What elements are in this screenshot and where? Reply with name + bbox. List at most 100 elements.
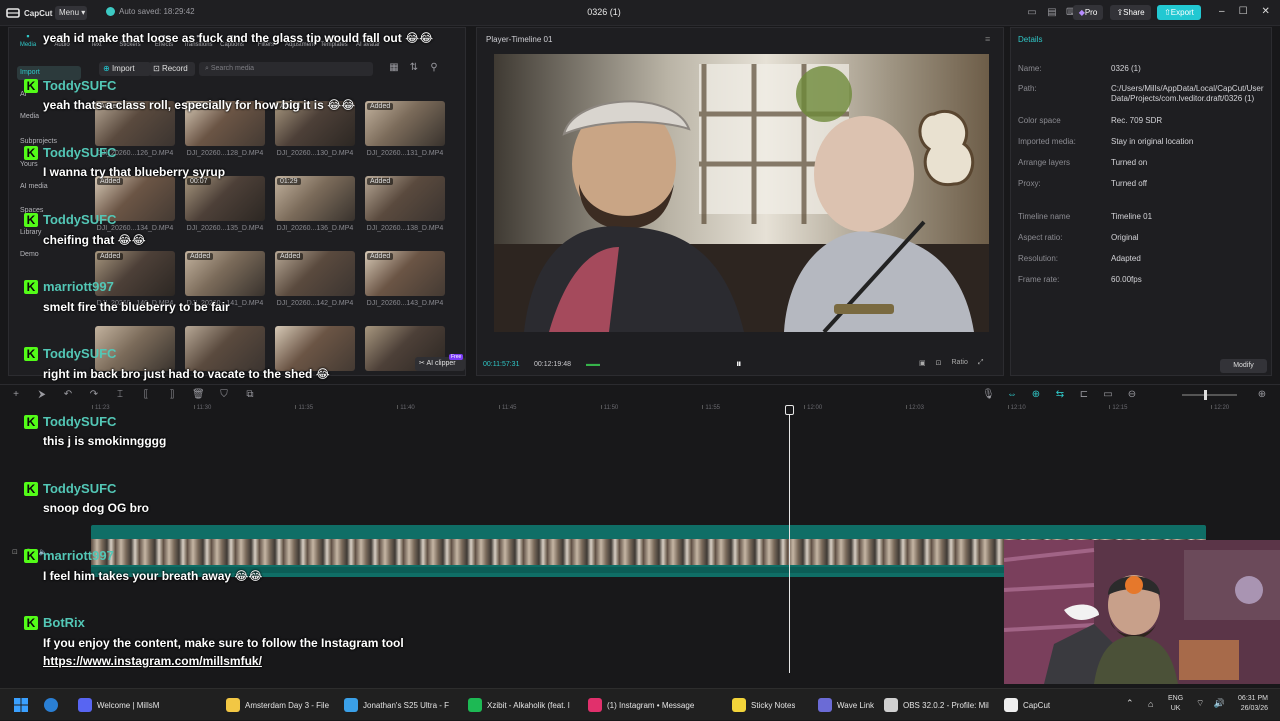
snapshot-icon[interactable]: ⊡ [936,359,942,367]
layout-icon[interactable]: ▭ [1026,7,1038,19]
player-menu-icon[interactable]: ≡ [985,34,990,44]
tab-text[interactable]: ▪ Text [79,30,113,54]
clock[interactable]: 06:31 PM 26/03/26 [1232,694,1268,714]
tab-label: Effects [154,42,174,48]
tray-network-icon[interactable]: ⌂ [1148,699,1153,709]
caption-icon[interactable]: ▭ [1102,389,1114,401]
preview-axis-icon[interactable]: ⊏ [1078,389,1090,401]
taskbar-app[interactable]: OBS 32.0.2 - Profile: Mil [884,689,996,721]
captions-icon: ▪ [230,31,234,41]
taskbar-app[interactable]: Sticky Notes [732,689,810,721]
tab-effects[interactable]: ▪ Effects [147,30,181,54]
crop-icon[interactable]: ⧉ [244,389,256,401]
grid-view-icon[interactable]: ▦ [388,62,400,74]
close-icon[interactable]: ✕ [1262,6,1270,17]
export-button[interactable]: ⇧Export [1157,5,1201,20]
tab-templates[interactable]: ▪ Templates [317,30,351,54]
track-visibility-icon[interactable]: 👁 [24,548,33,556]
select-cursor-icon[interactable]: ⮞ [36,389,48,401]
taskbar-app[interactable]: Jonathan's S25 Ultra - F [344,689,460,721]
sidebar-item-subprojects[interactable]: Subprojects [17,135,81,149]
track-audio-icon[interactable]: 🔈 [39,548,48,556]
pro-button[interactable]: ◆Pro [1073,5,1103,20]
browser-icon[interactable] [44,698,58,712]
sidebar-item-ai[interactable]: AI [17,88,81,102]
fullscreen-preview-icon[interactable]: ▣ [919,359,926,367]
delete-icon[interactable]: 🗑 [192,389,205,401]
volume-icon[interactable]: 🔊 [1213,698,1224,709]
sidebar-item-media[interactable]: Media [17,110,81,124]
snap-icon[interactable]: ⇆ [1054,389,1066,401]
split-icon[interactable]: ⌶ [114,389,126,401]
sidebar-item-yours[interactable]: Yours [17,158,81,172]
taskbar-app[interactable]: Wave Link [818,689,876,721]
filter-icon[interactable]: ⚲ [428,62,440,74]
track-lock-icon[interactable]: ⊡ [12,548,18,556]
tab-ai-avatar[interactable]: ▪ AI avatar [351,30,385,54]
media-thumbnail[interactable] [95,326,175,371]
tab-audio[interactable]: ▪ Audio [45,30,79,54]
media-added-badge: Added [277,103,304,110]
sidebar-item-import[interactable]: Import [17,66,81,80]
media-thumbnail[interactable] [185,326,265,371]
link-icon[interactable]: ⇔ [1006,389,1018,401]
sidebar-item-spaces[interactable]: Spaces [17,204,81,218]
zoom-slider-handle[interactable] [1204,390,1207,400]
taskbar-app[interactable]: CapCut [1004,689,1054,721]
magnet-icon[interactable]: ⊕ [1030,389,1042,401]
tab-media[interactable]: ▪ Media [11,30,45,54]
trim-right-icon[interactable]: ⟧ [166,389,178,401]
add-icon[interactable]: + [10,389,22,401]
tab-stickers[interactable]: ▪ Stickers [113,30,147,54]
detail-label: Arrange layers [1018,158,1071,167]
microphone-icon[interactable]: 🎙 [982,389,995,401]
sidebar-item-library[interactable]: Library [17,226,81,240]
playhead[interactable] [785,405,795,673]
import-button[interactable]: ⊕ Import [99,62,151,76]
ruler-label: 12:10 [1010,405,1026,411]
ratio-button[interactable]: Ratio [952,359,968,367]
language-indicator[interactable]: ENG UK [1168,694,1183,714]
marker-icon[interactable]: ⛉ [218,389,230,401]
details-list: Name: 0326 (1) Path: C:/Users/Mills/AppData… [1018,60,1268,330]
playhead-handle[interactable] [785,405,795,415]
pause-button[interactable]: ⏸ [736,358,742,371]
share-button[interactable]: ⇪Share [1110,5,1151,20]
sidebar-item-ai-media[interactable]: AI media [17,180,81,194]
maximize-icon[interactable]: ☐ [1239,6,1248,17]
video-preview[interactable] [494,54,989,332]
media-thumbnail[interactable] [275,326,355,371]
detail-label: Imported media: [1018,137,1076,146]
trim-left-icon[interactable]: ⟦ [140,389,152,401]
media-filename: DJI_20260...131_D.MP4 [366,150,444,157]
tab-captions[interactable]: ▪ Captions [215,30,249,54]
redo-icon[interactable]: ↷ [88,389,100,401]
undo-icon[interactable]: ↶ [62,389,74,401]
tab-filters[interactable]: ▪ Filters [249,30,283,54]
media-filename: DJI_20260...142_D.MP4 [276,300,354,307]
wifi-icon[interactable]: ⌔ [1196,698,1204,709]
taskbar-app[interactable]: (1) Instagram • Message [588,689,720,721]
record-button[interactable]: ⊡ Record [149,62,195,76]
media-added-badge: Added [187,103,214,110]
panel-icon[interactable]: ▤ [1046,7,1058,19]
taskbar-app[interactable]: Welcome | MillsM [78,689,198,721]
minimize-icon[interactable]: – [1219,6,1225,17]
modify-button[interactable]: Modify [1220,359,1267,373]
sort-icon[interactable]: ⇅ [408,62,420,74]
taskbar-app[interactable]: Amsterdam Day 3 - File [226,689,338,721]
taskbar-app[interactable]: Xzibit - Alkaholik (feat. l [468,689,580,721]
sidebar-item-demo[interactable]: Demo [17,248,81,262]
search-media-input[interactable]: ⌕ Search media [199,62,373,76]
expand-icon[interactable]: ⤢ [978,359,984,367]
share-label: Share [1123,8,1145,17]
zoom-slider[interactable] [1182,390,1237,400]
total-time: 00:12:19:48 [534,361,571,368]
start-button[interactable] [14,698,28,717]
zoom-in-icon[interactable]: ⊕ [1256,389,1268,401]
tab-transitions[interactable]: ▪ Transitions [181,30,215,54]
tab-adjustment[interactable]: ▪ Adjustment [283,30,317,54]
tray-overflow-icon[interactable]: ⌃ [1126,698,1134,709]
clock-date: 26/03/26 [1240,705,1268,712]
zoom-out-icon[interactable]: ⊖ [1126,389,1138,401]
